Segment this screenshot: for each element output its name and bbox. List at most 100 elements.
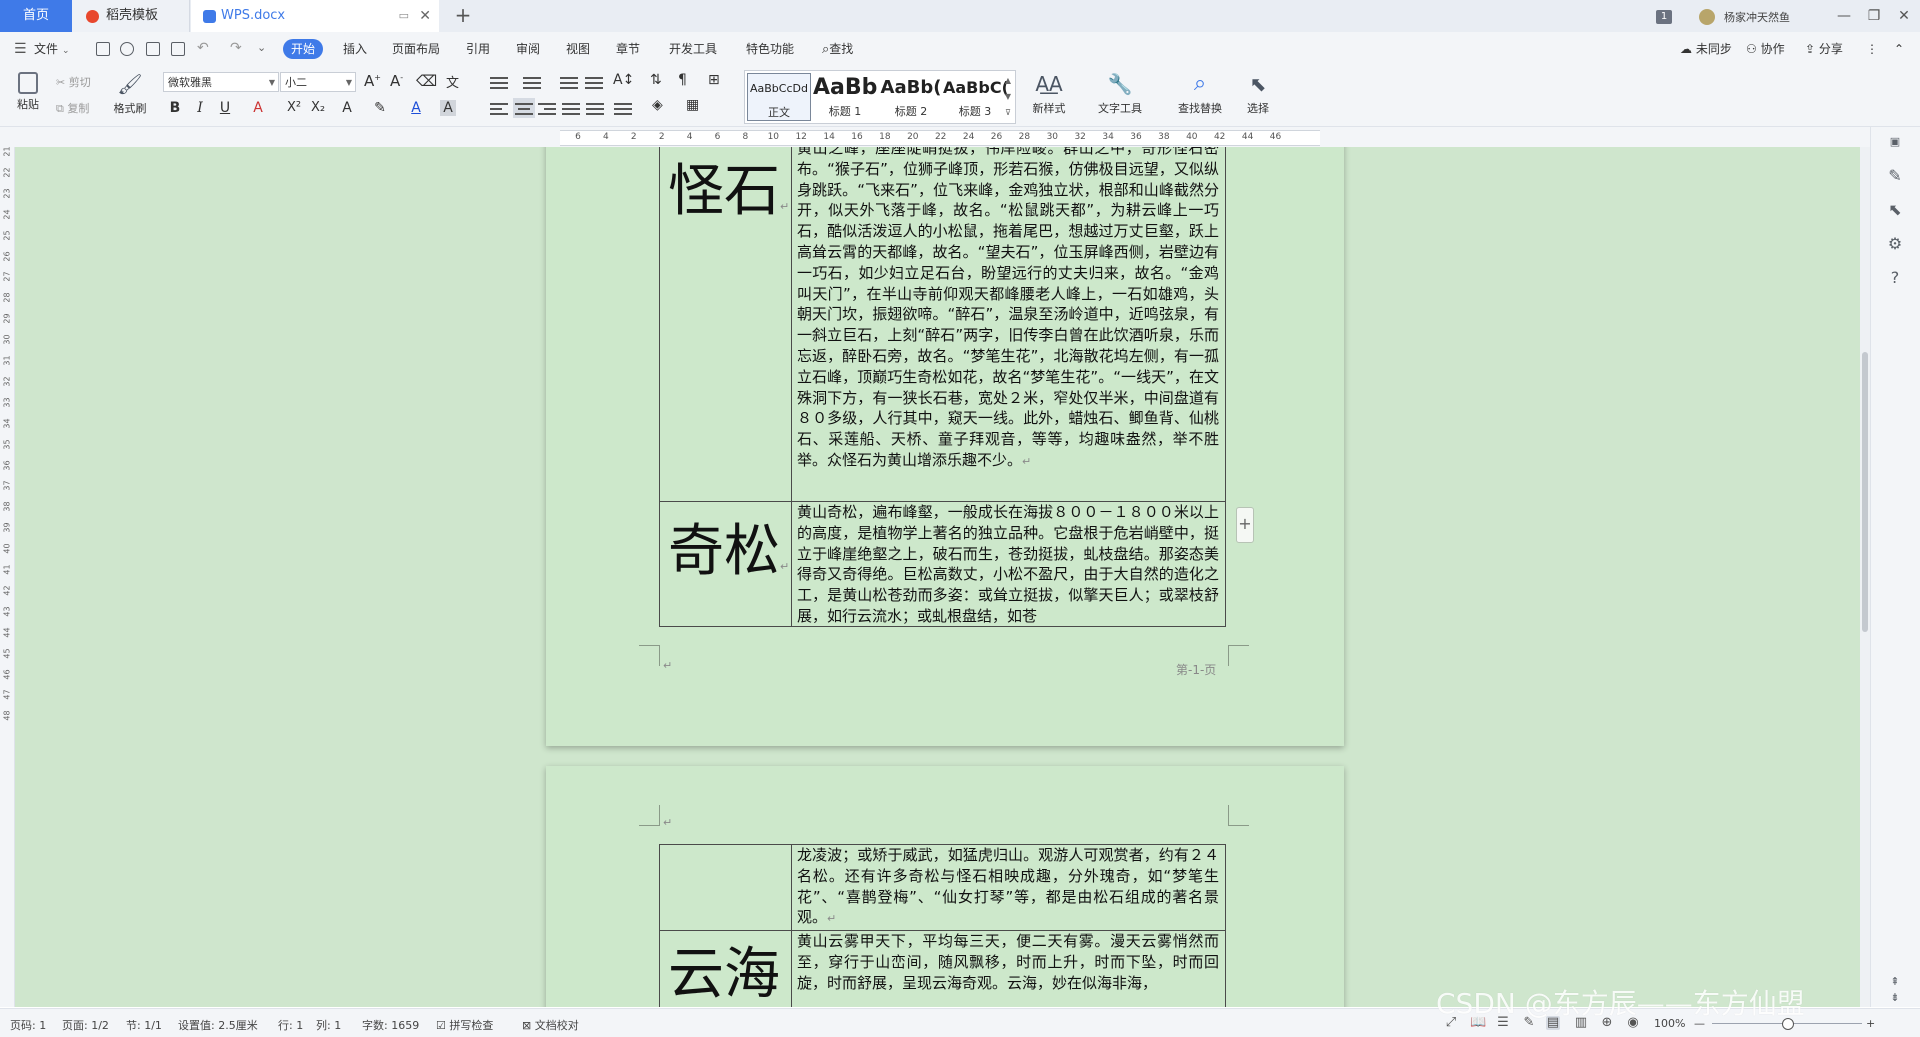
style-gallery-scroll[interactable]: ▲ ▼ ⊽ (1003, 73, 1013, 121)
document-table-1[interactable]: 怪石↵ 黄山之峰，座座陡峭挺拔，伟岸险峻。群山之中，奇形怪石密布。“猴子石”，位… (659, 147, 1226, 627)
table-cell-title[interactable]: 奇松↵ (659, 501, 792, 627)
status-line[interactable]: 行: 1 (278, 1017, 303, 1033)
print-preview-icon[interactable] (171, 42, 185, 56)
table-cell-title[interactable]: 怪石↵ (659, 147, 792, 502)
copy-button[interactable]: ⧉ 复制 (56, 100, 89, 116)
status-page-code[interactable]: 页码: 1 (10, 1017, 46, 1033)
clear-format-icon[interactable]: ⌫ (416, 72, 437, 90)
borders-icon[interactable]: ▦ (686, 97, 699, 113)
close-window-icon[interactable]: ✕ (1886, 0, 1920, 32)
select-cursor-icon[interactable]: ⬉ (1886, 201, 1904, 219)
strikethrough-icon[interactable]: A (248, 100, 268, 116)
menu-insert[interactable]: 插入 (343, 39, 367, 59)
show-marks-icon[interactable]: ¶ (678, 72, 687, 88)
superscript-icon[interactable]: X² (284, 100, 304, 115)
table-cell-text[interactable]: 黄山云雾甲天下，平均每三天，便二天有雾。漫天云雾悄然而至，穿行于山峦间，随风飘移… (791, 930, 1226, 1007)
menu-developer[interactable]: 开发工具 (669, 39, 717, 59)
status-page[interactable]: 页面: 1/2 (62, 1017, 109, 1033)
style-heading1[interactable]: AaBb 标题 1 (813, 73, 877, 121)
numbered-list-icon[interactable] (523, 74, 541, 90)
vertical-ruler[interactable]: 21 22 23 24 25 26 27 28 29 30 31 32 33 34 35 36 37 38 39 40… (0, 146, 15, 1007)
align-center-icon[interactable] (513, 98, 535, 118)
underline-button[interactable]: U (215, 100, 235, 116)
status-word-count[interactable]: 字数: 1659 (362, 1017, 419, 1033)
table-icon[interactable]: ⊞ (708, 72, 720, 88)
style-heading2[interactable]: AaBb( 标题 2 (879, 73, 943, 121)
decrease-indent-icon[interactable] (560, 74, 578, 90)
ruler-toggle-icon[interactable]: ▣ (1886, 133, 1904, 151)
avatar[interactable] (1699, 9, 1715, 25)
highlight-icon[interactable]: ✎ (370, 100, 390, 116)
user-name[interactable]: 杨家冲天然鱼 (1724, 9, 1790, 25)
new-tab-button[interactable]: + (448, 0, 478, 32)
sort-icon[interactable]: ⇅ (650, 72, 662, 88)
add-table-row-button[interactable]: + (1236, 507, 1254, 543)
font-color-icon[interactable]: A (406, 100, 426, 116)
char-shading-icon[interactable]: A (440, 100, 456, 116)
more-icon[interactable]: ⋮ (1866, 39, 1878, 59)
vertical-scrollbar[interactable] (1860, 147, 1870, 1007)
customize-toolbar-icon[interactable]: ⌄ (257, 41, 266, 54)
table-row[interactable]: 怪石↵ 黄山之峰，座座陡峭挺拔，伟岸险峻。群山之中，奇形怪石密布。“猴子石”，位… (659, 147, 1226, 502)
menu-view[interactable]: 视图 (566, 39, 590, 59)
bold-button[interactable]: B (165, 100, 185, 116)
collab-button[interactable]: ⚇ 协作 (1746, 39, 1785, 59)
save-icon[interactable] (96, 42, 110, 56)
document-table-2[interactable]: 龙凌波；或矫于威武，如猛虎归山。观游人可观赏者，约有２４名松。还有许多奇松与怪石… (659, 843, 1226, 1007)
table-row[interactable]: 奇松↵ 黄山奇松，遍布峰壑，一般成长在海拔８００－１８００米以上的高度，是植物学… (659, 501, 1226, 627)
notification-badge[interactable]: 1 (1656, 10, 1672, 24)
page-1[interactable]: 怪石↵ 黄山之峰，座座陡峭挺拔，伟岸险峻。群山之中，奇形怪石密布。“猴子石”，位… (546, 147, 1344, 746)
font-name-select[interactable]: 微软雅黑 ▼ (163, 72, 279, 92)
increase-indent-icon[interactable] (585, 74, 603, 90)
line-spacing-icon[interactable] (614, 100, 632, 116)
share-button[interactable]: ⇪ 分享 (1805, 39, 1843, 59)
settings-sliders-icon[interactable]: ⚙ (1886, 235, 1904, 253)
style-heading3[interactable]: AaBbC( 标题 3 (943, 73, 1007, 121)
menu-references[interactable]: 引用 (466, 39, 490, 59)
shading-icon[interactable]: ◈ (652, 97, 663, 113)
table-cell-title[interactable] (659, 843, 792, 932)
distribute-icon[interactable] (586, 100, 604, 116)
menu-search[interactable]: ⌕查找 (822, 39, 853, 59)
close-tab-icon[interactable]: ✕ (419, 0, 431, 32)
page-down-icon[interactable]: ⇟ (1886, 989, 1904, 1007)
collapse-ribbon-icon[interactable]: ⌃ (1894, 39, 1904, 59)
paste-button[interactable]: 粘贴 (8, 70, 48, 112)
zoom-in-button[interactable]: + (1866, 1017, 1875, 1030)
export-pdf-icon[interactable] (120, 42, 134, 56)
status-setting[interactable]: 设置值: 2.5厘米 (178, 1017, 258, 1033)
text-effect-icon[interactable]: A (337, 100, 357, 116)
menu-page-layout[interactable]: 页面布局 (392, 39, 440, 59)
help-icon[interactable]: ? (1886, 269, 1904, 287)
style-normal[interactable]: AaBbCcDd 正文 (747, 73, 811, 121)
cut-button[interactable]: ✂ 剪切 (56, 74, 91, 90)
text-tools-button[interactable]: 🔧 文字工具 (1090, 70, 1150, 116)
new-style-button[interactable]: A͟A 新样式 (1024, 70, 1074, 116)
hamburger-icon[interactable]: ☰ (14, 41, 27, 57)
page-2[interactable]: ↵ 龙凌波；或矫于威武，如猛虎归山。观游人可观赏者，约有２４名松。还有许多奇松与… (546, 766, 1344, 1007)
menu-review[interactable]: 审阅 (516, 39, 540, 59)
grow-font-icon[interactable]: A+ (364, 72, 381, 90)
menu-start[interactable]: 开始 (283, 39, 324, 59)
bullet-list-icon[interactable] (490, 74, 508, 90)
table-cell-text[interactable]: 黄山奇松，遍布峰壑，一般成长在海拔８００－１８００米以上的高度，是植物学上著名的… (791, 501, 1226, 627)
table-cell-title[interactable]: 云海 (659, 930, 792, 1007)
screen-icon[interactable]: ▭ (399, 0, 409, 32)
status-column[interactable]: 列: 1 (316, 1017, 341, 1033)
justify-icon[interactable] (562, 100, 580, 116)
menu-file[interactable]: 文件 ⌄ (34, 39, 70, 59)
table-cell-text[interactable]: 龙凌波；或矫于威武，如猛虎归山。观游人可观赏者，约有２４名松。还有许多奇松与怪石… (791, 843, 1226, 932)
horizontal-ruler[interactable]: 6 4 2 2 4 6 8 10 12 14 16 18 20 22 24 26 28 30 32 34 36 38 40 4… (0, 127, 1920, 147)
text-direction-icon[interactable]: A↕ (613, 72, 634, 88)
phonetic-icon[interactable]: 文 (446, 72, 459, 91)
status-section[interactable]: 节: 1/1 (126, 1017, 162, 1033)
print-icon[interactable] (146, 42, 160, 56)
scrollbar-thumb[interactable] (1862, 352, 1868, 632)
table-row[interactable]: 云海 黄山云雾甲天下，平均每三天，便二天有雾。漫天云雾悄然而至，穿行于山峦间，随… (659, 930, 1226, 1007)
subscript-icon[interactable]: X₂ (308, 100, 328, 115)
spell-check-button[interactable]: ☑ 拼写检查 (436, 1017, 493, 1033)
edit-pen-icon[interactable]: ✎ (1886, 167, 1904, 185)
redo-icon[interactable]: ↷ (230, 40, 242, 56)
undo-icon[interactable]: ↶ (197, 40, 209, 56)
menu-special[interactable]: 特色功能 (746, 39, 794, 59)
